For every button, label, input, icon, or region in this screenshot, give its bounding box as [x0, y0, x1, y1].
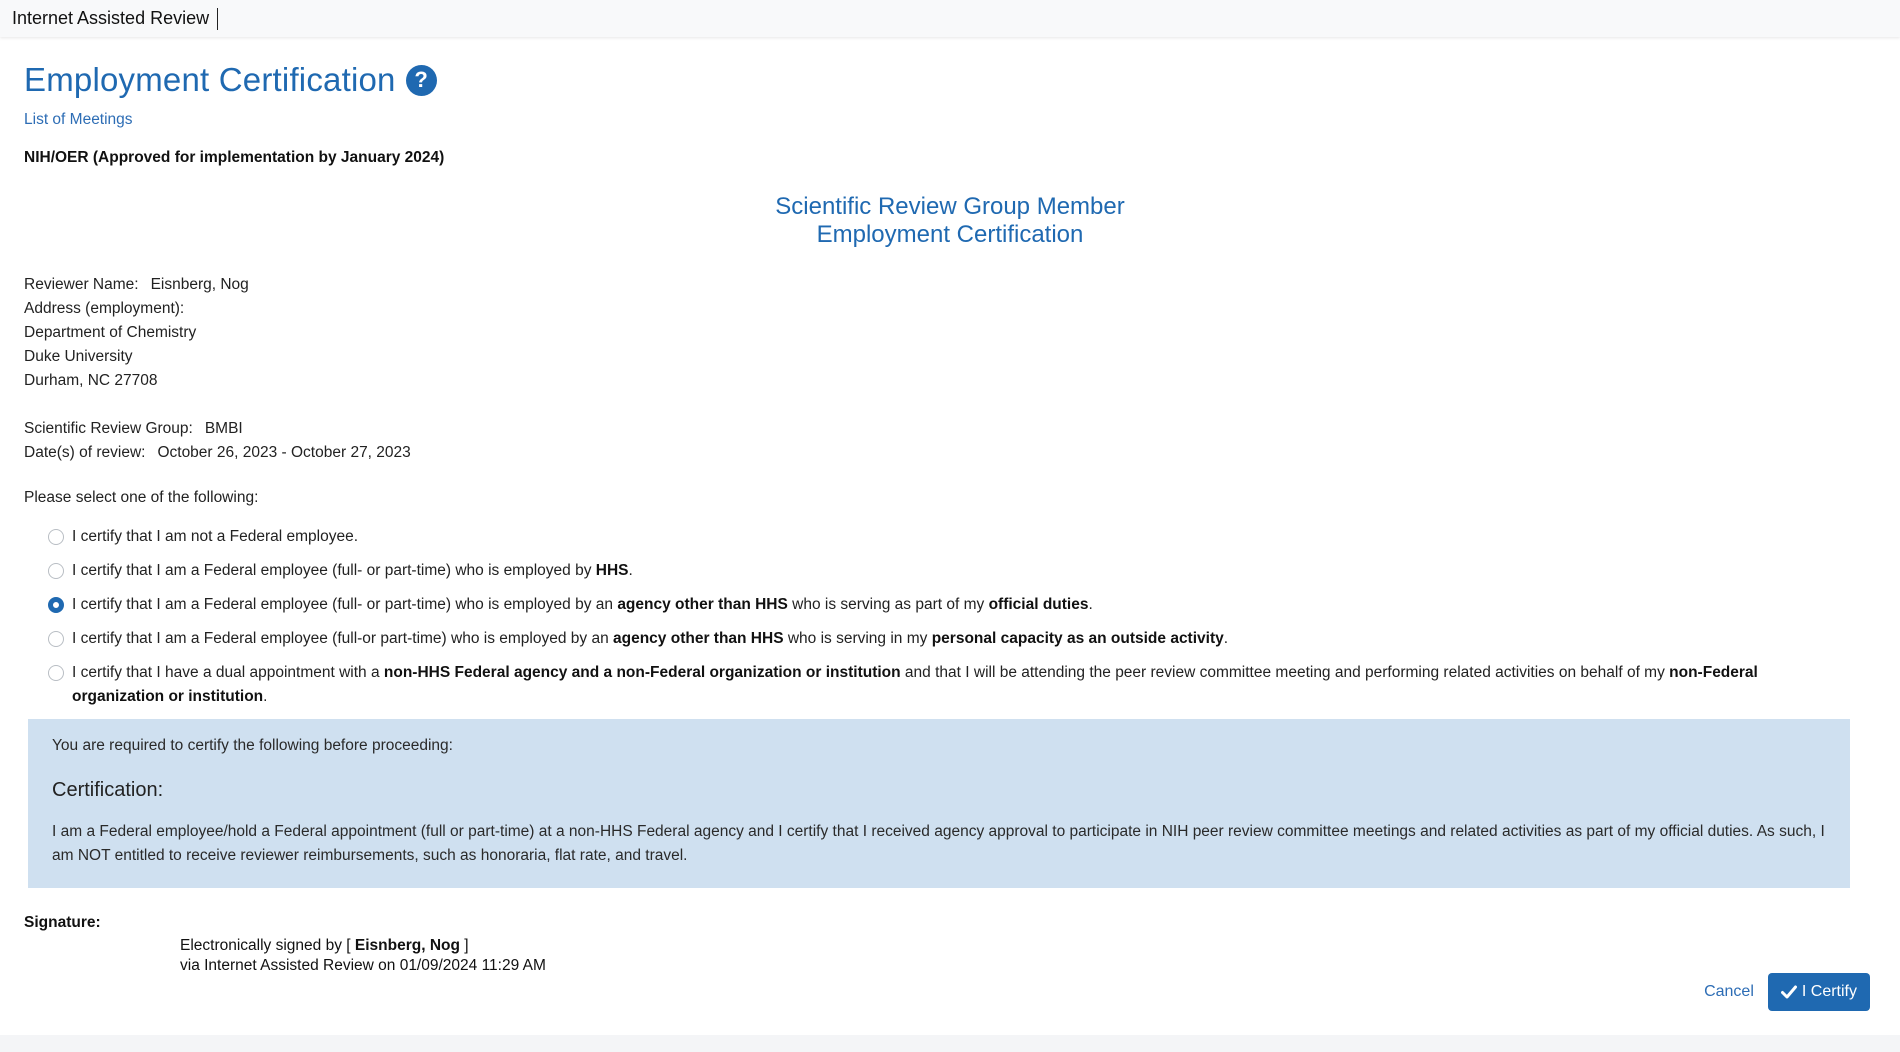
radio-button[interactable] — [48, 631, 64, 647]
cancel-button[interactable]: Cancel — [1704, 983, 1754, 1001]
page-content: Employment Certification ? List of Meeti… — [0, 61, 1900, 976]
option-label: I certify that I am not a Federal employ… — [72, 525, 1876, 549]
i-certify-button[interactable]: I Certify — [1767, 973, 1870, 1011]
employment-option[interactable]: I certify that I am a Federal employee (… — [48, 627, 1876, 651]
option-emphasis: personal capacity as an outside activity — [931, 630, 1224, 647]
app-title: Internet Assisted Review — [12, 8, 210, 28]
option-text-part: I certify that I am a Federal employee (… — [72, 630, 613, 647]
option-label: I certify that I am a Federal employee (… — [72, 559, 1876, 583]
srg-row: Scientific Review Group: BMBI — [24, 417, 1876, 441]
address-label: Address (employment): — [24, 300, 185, 317]
option-emphasis: non-HHS Federal agency and a non-Federal… — [383, 664, 901, 681]
option-text-part: I certify that I have a dual appointment… — [72, 664, 384, 681]
option-label: I certify that I am a Federal employee (… — [72, 627, 1876, 651]
address-line-2: Duke University — [24, 348, 133, 365]
selection-prompt: Please select one of the following: — [24, 489, 259, 506]
form-heading: Scientific Review Group Member Employmen… — [24, 193, 1876, 249]
form-actions: Cancel I Certify — [1704, 973, 1870, 1011]
employment-option[interactable]: I certify that I am not a Federal employ… — [48, 525, 1876, 549]
srg-value: BMBI — [204, 420, 243, 437]
radio-button[interactable] — [48, 597, 64, 613]
signer-name: Eisnberg, Nog — [354, 937, 460, 954]
employment-options: I certify that I am not a Federal employ… — [24, 525, 1876, 709]
reviewer-name-label: Reviewer Name: — [24, 276, 139, 293]
option-text-part: I certify that I am not a Federal employ… — [72, 528, 359, 545]
title-row: Employment Certification ? — [24, 61, 1876, 99]
radio-button[interactable] — [48, 665, 64, 681]
option-text-part: I certify that I am a Federal employee (… — [72, 596, 618, 613]
certification-box: You are required to certify the followin… — [28, 719, 1850, 888]
signature-block: Electronically signed by [ Eisnberg, Nog… — [180, 936, 1876, 976]
review-dates-value: October 26, 2023 - October 27, 2023 — [157, 444, 411, 461]
reviewer-name-value: Eisnberg, Nog — [150, 276, 249, 293]
employment-option[interactable]: I certify that I have a dual appointment… — [48, 661, 1876, 709]
form-heading-line2: Employment Certification — [816, 221, 1084, 248]
app-header: Internet Assisted Review — [0, 0, 1900, 37]
option-emphasis: agency other than HHS — [617, 596, 788, 613]
option-text-part: who is serving in my — [783, 630, 932, 647]
option-text-part: . — [628, 562, 633, 579]
option-text-part: I certify that I am a Federal employee (… — [72, 562, 596, 579]
option-text-part: . — [263, 688, 268, 705]
option-text-part: . — [1088, 596, 1093, 613]
certification-text: I am a Federal employee/hold a Federal a… — [52, 823, 1825, 864]
option-text-part: and that I will be attending the peer re… — [900, 664, 1670, 681]
check-icon — [1780, 985, 1797, 999]
radio-button[interactable] — [48, 563, 64, 579]
approval-note: NIH/OER (Approved for implementation by … — [24, 149, 445, 166]
certification-heading: Certification: — [52, 779, 164, 801]
certification-intro: You are required to certify the followin… — [52, 737, 453, 754]
employment-option[interactable]: I certify that I am a Federal employee (… — [48, 593, 1876, 617]
reviewer-info: Reviewer Name: Eisnberg, Nog Address (emp… — [24, 273, 1876, 465]
page-title: Employment Certification — [24, 61, 396, 98]
reviewer-name-row: Reviewer Name: Eisnberg, Nog — [24, 273, 1876, 297]
review-dates-label: Date(s) of review: — [24, 444, 146, 461]
signature-signed-by: Electronically signed by [ Eisnberg, Nog… — [180, 936, 1876, 956]
header-divider — [217, 7, 219, 30]
option-text-part: who is serving as part of my — [787, 596, 989, 613]
form-heading-line1: Scientific Review Group Member — [775, 193, 1125, 220]
signature-label: Signature: — [24, 914, 101, 931]
option-emphasis: agency other than HHS — [613, 630, 784, 647]
option-emphasis: HHS — [595, 562, 629, 579]
option-label: I certify that I have a dual appointment… — [72, 661, 1876, 709]
i-certify-label: I Certify — [1801, 983, 1857, 1000]
review-dates-row: Date(s) of review: October 26, 2023 - Oct… — [24, 441, 1876, 465]
address-line-1: Department of Chemistry — [24, 324, 197, 341]
option-text-part: . — [1223, 630, 1229, 647]
signed-suffix: ] — [459, 937, 469, 954]
radio-button[interactable] — [48, 529, 64, 545]
list-of-meetings-link[interactable]: List of Meetings — [24, 111, 133, 129]
srg-label: Scientific Review Group: — [24, 420, 193, 437]
option-label: I certify that I am a Federal employee (… — [72, 593, 1876, 617]
footer-strip — [0, 1035, 1900, 1052]
signed-prefix: Electronically signed by [ — [180, 937, 355, 954]
signature-via-line: via Internet Assisted Review on 01/09/20… — [180, 957, 546, 974]
question-circle-icon[interactable]: ? — [405, 64, 437, 96]
employment-option[interactable]: I certify that I am a Federal employee (… — [48, 559, 1876, 583]
option-emphasis: official duties — [988, 596, 1089, 613]
address-line-3: Durham, NC 27708 — [24, 372, 158, 389]
